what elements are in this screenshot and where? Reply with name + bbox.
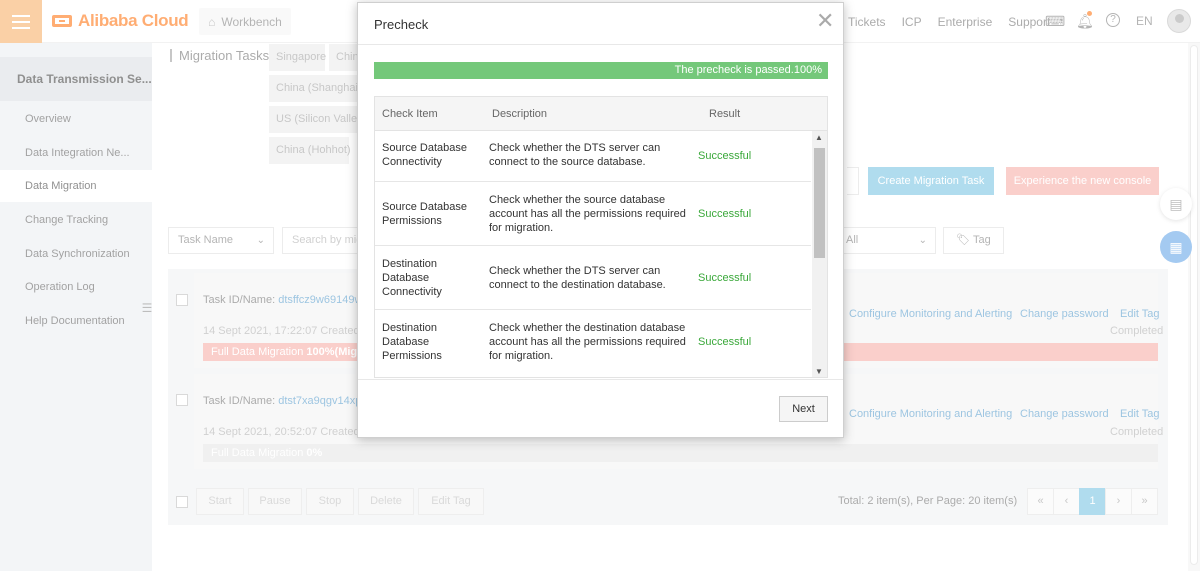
table-header: Check Item Description Result	[375, 97, 827, 131]
table-row: Destination Database Connectivity Check …	[375, 246, 811, 310]
check-result: Successful	[698, 272, 752, 284]
check-item: Destination Database Permissions	[382, 322, 442, 362]
next-button[interactable]: Next	[779, 396, 828, 422]
check-description: Check whether the destination database a…	[489, 322, 686, 362]
check-item: Destination Database Connectivity	[382, 258, 442, 298]
check-result: Successful	[698, 336, 752, 348]
divider	[358, 379, 843, 380]
column-check-item: Check Item	[382, 108, 438, 120]
precheck-dialog: Precheck ✕ The precheck is passed.100% C…	[357, 2, 844, 438]
column-result: Result	[709, 108, 741, 120]
table-row: Source Database Connectivity Check wheth…	[375, 131, 811, 182]
divider	[358, 44, 843, 45]
precheck-progress-text: The precheck is passed.100%	[674, 64, 822, 76]
check-item: Source Database Permissions	[382, 201, 467, 227]
check-description: Check whether the DTS server can connect…	[489, 265, 666, 291]
table-row: Source Database Permissions Check whethe…	[375, 182, 811, 246]
check-item: Source Database Connectivity	[382, 142, 467, 168]
check-result: Successful	[698, 150, 752, 162]
close-icon[interactable]: ✕	[816, 10, 834, 32]
scroll-up-icon[interactable]: ▲	[815, 133, 823, 142]
check-description: Check whether the DTS server can connect…	[489, 142, 661, 168]
scroll-down-icon[interactable]: ▼	[815, 367, 823, 376]
precheck-table: Check Item Description Result Source Dat…	[374, 96, 828, 378]
table-row: Destination Database Permissions Check w…	[375, 310, 811, 377]
scroll-thumb[interactable]	[814, 148, 825, 258]
dialog-title: Precheck	[374, 17, 429, 32]
check-result: Successful	[698, 208, 752, 220]
column-description: Description	[492, 108, 548, 120]
table-scrollbar[interactable]: ▲ ▼	[812, 131, 827, 377]
check-description: Check whether the source database accoun…	[489, 194, 686, 234]
precheck-progress-bar: The precheck is passed.100%	[374, 62, 828, 79]
